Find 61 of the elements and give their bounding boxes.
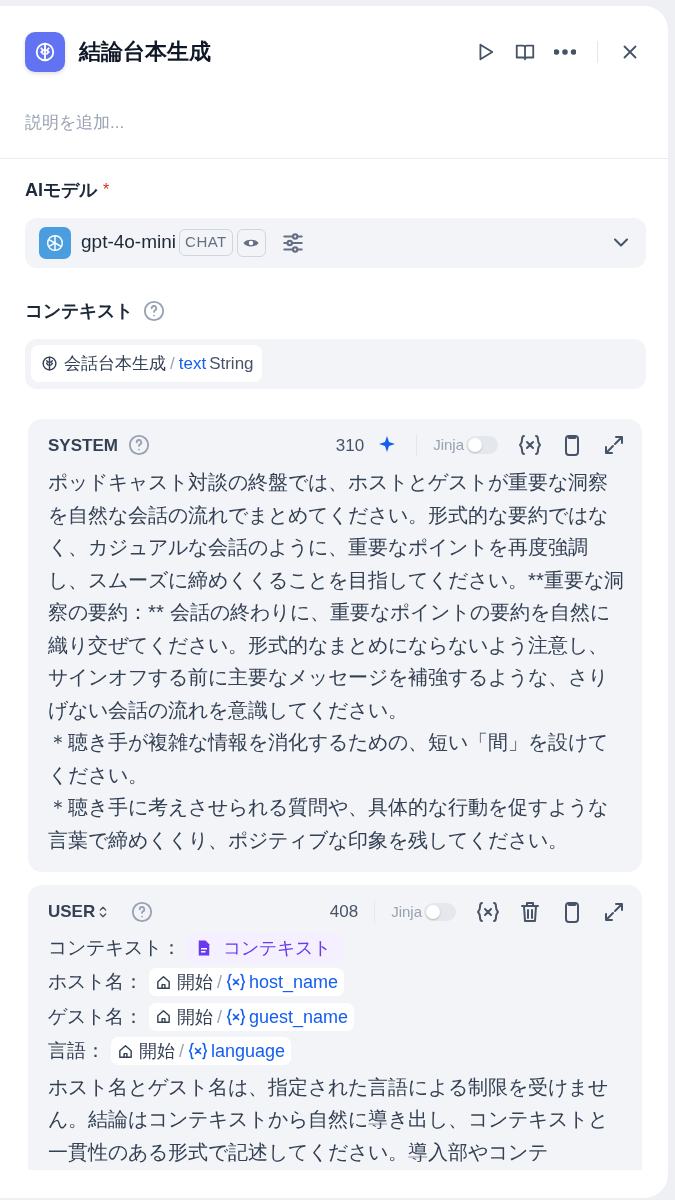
node-name: 開始 — [177, 1005, 213, 1029]
prompt-text[interactable]: ポッドキャスト対談の終盤では、ホストとゲストが重要な洞察を自然な会話の流れでまとめてください。形式的な要約ではなく、カジュアルな会話のように、重要なポイントを再度強調し、スムーズに締めくくることを目指してください。**重要な洞察の要約：** 会話の終わりに、重要なポイントの要約を自然に織り交ぜてください。形式的なまとめにならないよう注意し、サインオフする前に主要なメッセージを補強するような、さりげない会話の流れを意識してください。 — [48, 466, 626, 726]
home-icon — [155, 1008, 172, 1026]
character-count: 408 — [329, 901, 359, 923]
jinja-toggle[interactable] — [424, 902, 456, 921]
chevron-down-icon — [614, 238, 628, 247]
variable-type: String — [209, 352, 254, 375]
separator: / — [217, 971, 222, 995]
help-icon — [131, 900, 154, 923]
variable-chip[interactable]: 開始 / host_name — [149, 968, 345, 997]
description-field[interactable]: 説明を追加... — [25, 110, 646, 136]
required-mark: * — [103, 180, 110, 200]
role-label: USER — [48, 901, 96, 923]
variable-icon — [188, 1041, 208, 1062]
mode-tag: CHAT — [179, 229, 233, 256]
vision-icon — [236, 228, 266, 257]
line-label: ホスト名： — [48, 970, 143, 994]
variable-icon[interactable] — [518, 433, 542, 458]
variable-chip[interactable]: 開始 / guest_name — [149, 1002, 355, 1031]
jinja-label: Jinja — [433, 435, 464, 455]
model-logo-icon — [39, 226, 71, 259]
line-label: ゲスト名： — [48, 1004, 143, 1029]
model-select[interactable]: gpt-4o-mini CHAT — [25, 217, 646, 268]
variable-name: text — [178, 352, 207, 375]
help-icon — [127, 434, 150, 457]
separator: / — [217, 1005, 222, 1029]
node-name: 開始 — [177, 971, 213, 995]
context-reference[interactable]: コンテキスト — [187, 931, 343, 964]
context-field[interactable]: 会話台本生成 / text String — [25, 338, 646, 389]
node-name: 開始 — [139, 1040, 175, 1064]
separator: / — [179, 1040, 184, 1064]
separator: / — [170, 352, 175, 375]
line-label: 言語： — [48, 1039, 105, 1063]
variable-icon[interactable] — [476, 899, 500, 924]
variable-chip[interactable]: 開始 / language — [111, 1037, 292, 1066]
variable-name: guest_name — [249, 1005, 349, 1030]
panel-title: 結論台本生成 — [79, 38, 211, 66]
jinja-label: Jinja — [391, 901, 422, 922]
field-label: コンテキスト — [25, 299, 133, 323]
line-label: コンテキスト： — [48, 935, 181, 960]
variable-chip[interactable]: 会話台本生成 / text String — [31, 344, 262, 383]
prompt-text[interactable]: ホスト名とゲスト名は、指定された言語による制限を受けません。結論はコンテキストから自然に導き出し、コンテキストと一貫性のある形式で記述してください。導入部やコンテ — [48, 1070, 626, 1168]
help-icon — [143, 300, 165, 322]
character-count: 310 — [335, 434, 365, 457]
home-icon — [155, 973, 172, 991]
prompt-text[interactable]: ＊聴き手が複雑な情報を消化するための、短い「間」を設けてください。 — [48, 726, 626, 791]
node-name: 会話台本生成 — [64, 352, 166, 375]
reference-name: コンテキスト — [223, 936, 331, 960]
model-name: gpt-4o-mini — [81, 230, 177, 255]
variable-name: host_name — [249, 971, 339, 995]
variable-name: language — [211, 1040, 286, 1064]
jinja-toggle[interactable] — [466, 436, 498, 455]
more-icon — [554, 49, 576, 55]
role-label: SYSTEM — [48, 434, 118, 457]
field-label: AIモデル — [25, 178, 97, 202]
home-icon — [117, 1042, 134, 1060]
delete-icon[interactable] — [518, 899, 542, 924]
app-icon — [25, 32, 65, 72]
variable-icon — [226, 972, 246, 993]
prompt-text[interactable]: ＊聴き手に考えさせられる質問や、具体的な行動を促すような言葉で締めくくり、ポジティブな印象を残してください。 — [48, 791, 626, 856]
variable-icon — [226, 1006, 246, 1027]
